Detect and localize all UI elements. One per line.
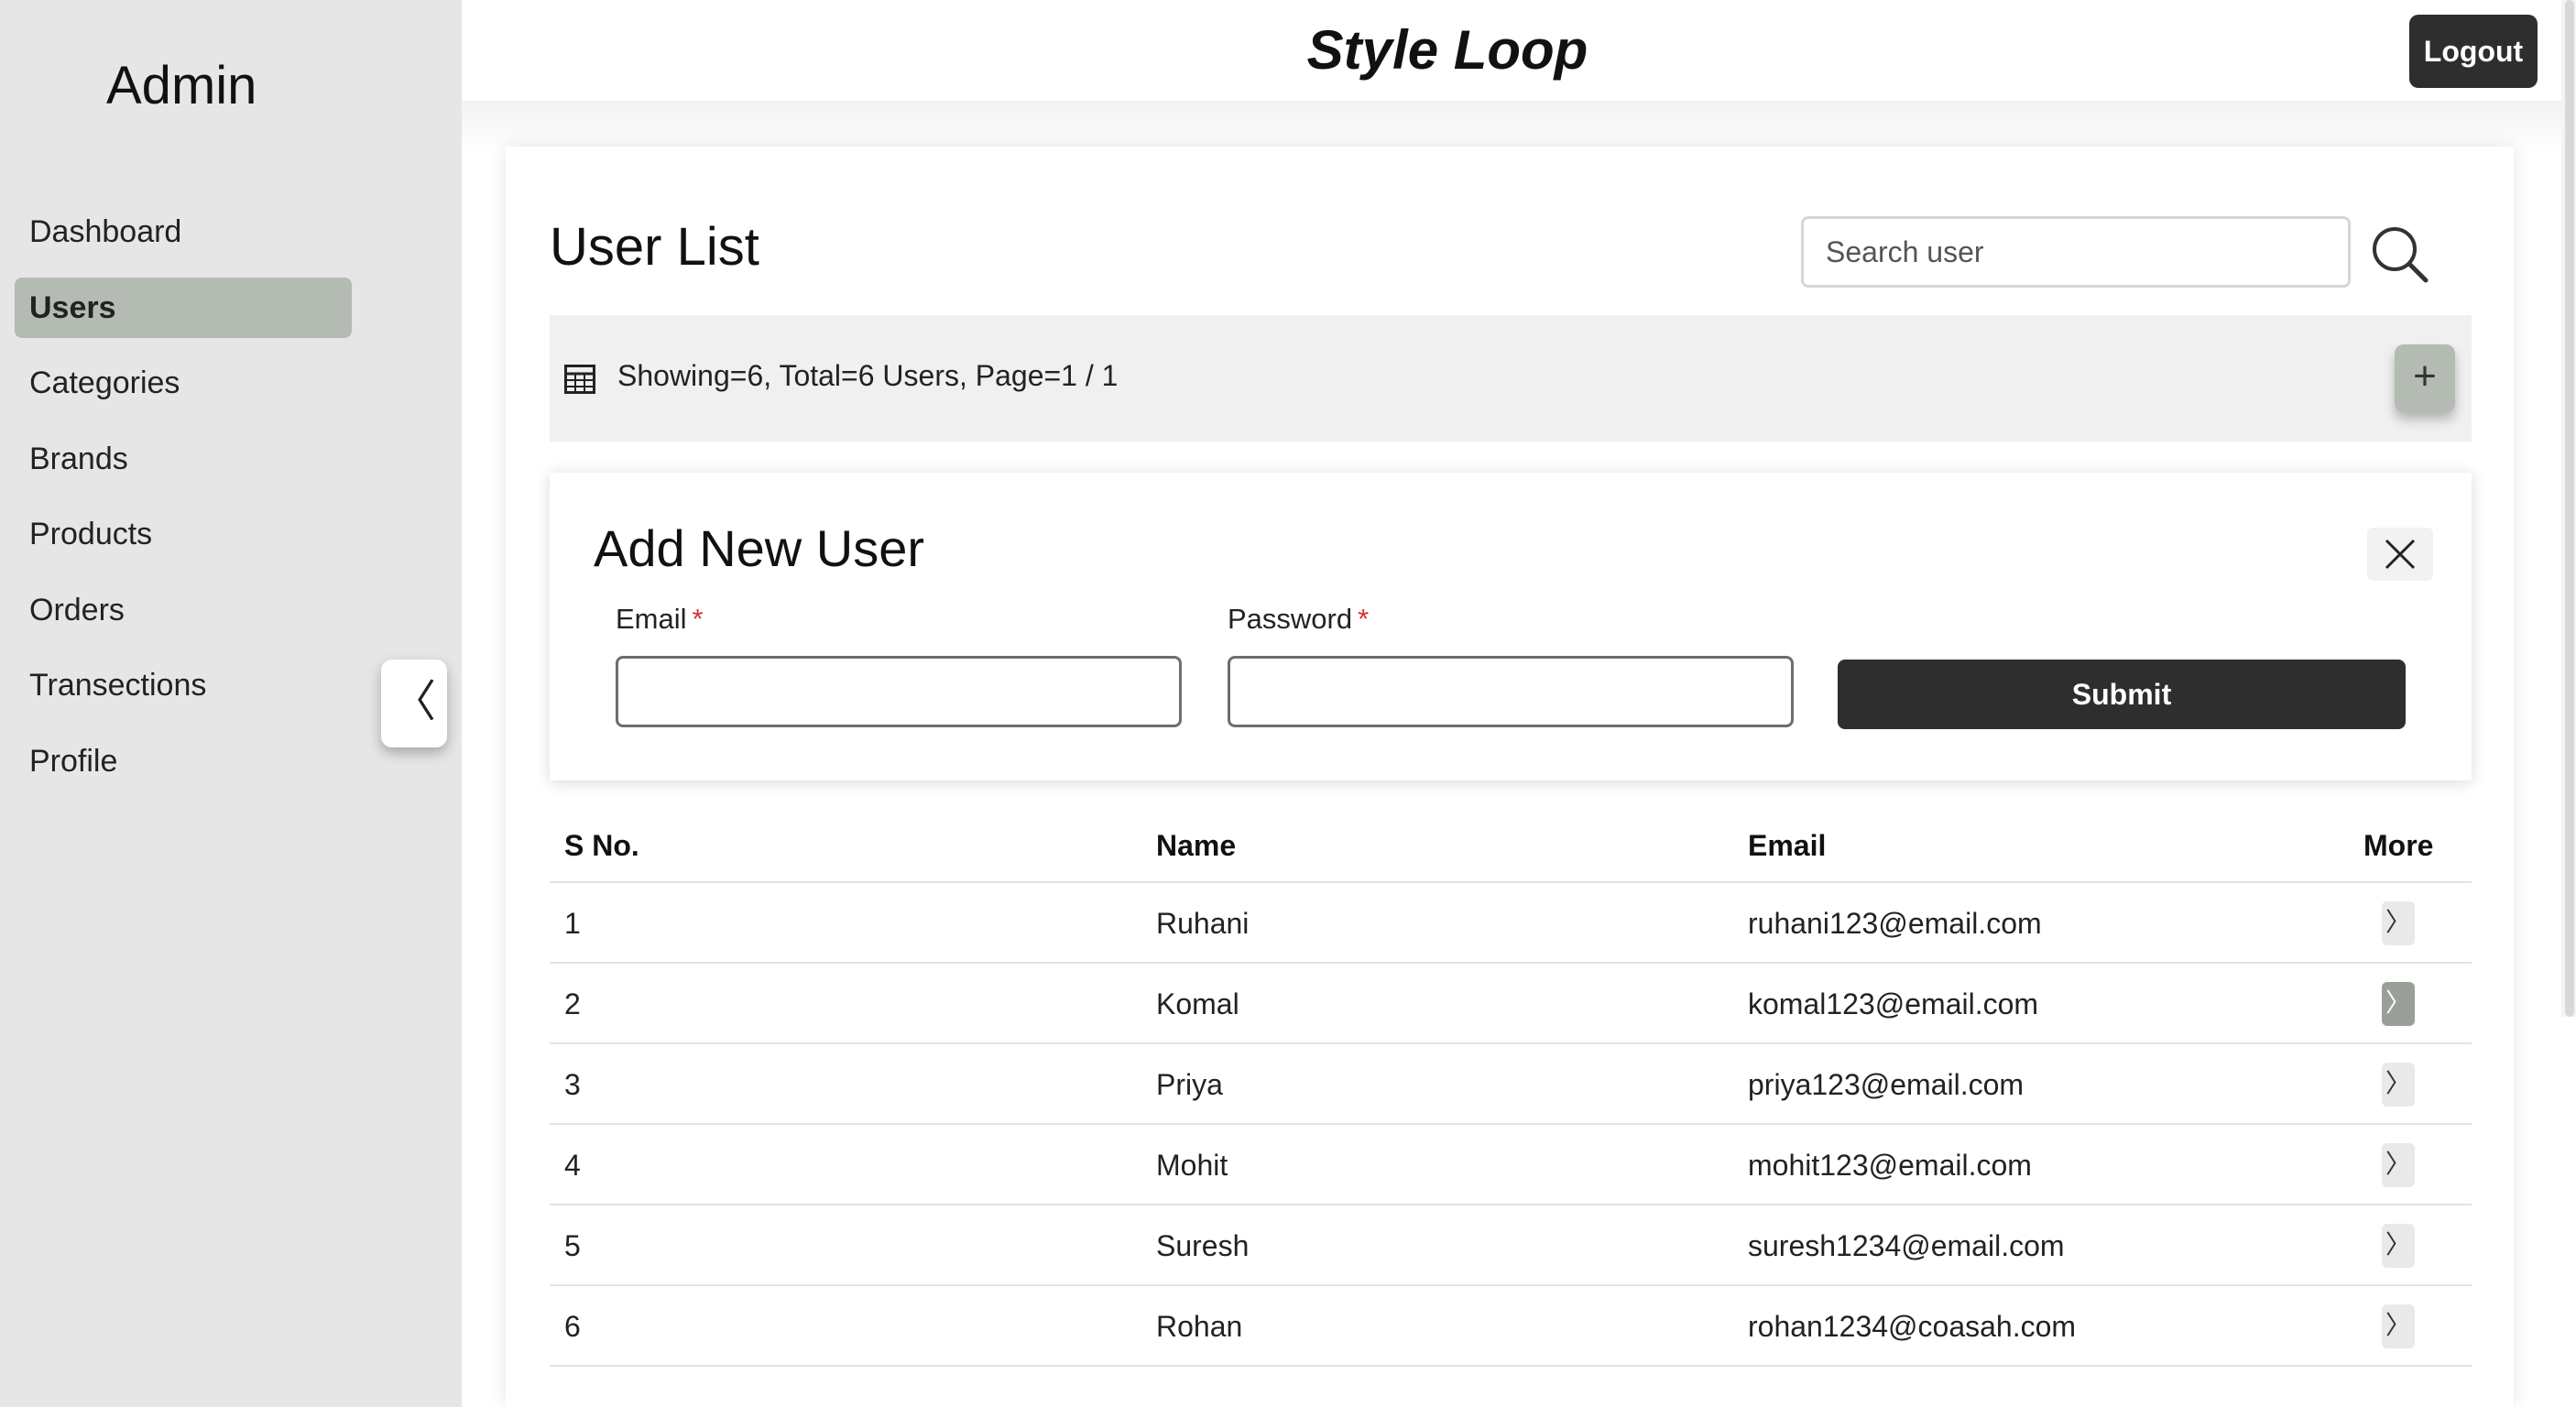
add-user-button[interactable]: +: [2395, 344, 2455, 412]
column-header-name: Name: [1156, 829, 1237, 862]
row-more-button[interactable]: 〉: [2382, 1143, 2415, 1187]
page-title: User List: [550, 217, 759, 277]
row-email: mohit123@email.com: [1748, 1149, 2032, 1182]
row-more-button[interactable]: 〉: [2382, 1224, 2415, 1268]
add-user-title: Add New User: [594, 519, 925, 577]
column-header-sno: S No.: [564, 829, 639, 862]
brand-title: Style Loop: [1306, 19, 1588, 81]
row-sno: 5: [564, 1229, 581, 1262]
add-user-panel: Add New User Email * Password * Submit: [550, 473, 2472, 780]
sidebar-title: Admin: [106, 56, 257, 115]
chevron-left-icon: 〈: [391, 676, 436, 727]
sidebar-item-profile[interactable]: Profile: [15, 731, 352, 791]
email-label: Email *: [616, 603, 704, 635]
search-icon[interactable]: [2367, 222, 2433, 288]
submit-button[interactable]: Submit: [1838, 660, 2406, 729]
row-sno: 1: [564, 907, 581, 940]
email-field[interactable]: [616, 656, 1182, 727]
row-name: Ruhani: [1156, 907, 1250, 940]
close-panel-button[interactable]: [2367, 528, 2433, 581]
row-email: rohan1234@coasah.com: [1748, 1310, 2077, 1343]
password-field[interactable]: [1228, 656, 1794, 727]
column-header-more: More: [2363, 829, 2434, 862]
sidebar-collapse-button[interactable]: 〈: [381, 660, 447, 747]
page-scrollbar-thumb[interactable]: [2565, 0, 2574, 1017]
required-mark: *: [692, 603, 704, 635]
row-name: Suresh: [1156, 1229, 1250, 1262]
row-name: Rohan: [1156, 1310, 1243, 1343]
table-row: 3 Priya priya123@email.com 〉: [550, 1044, 2472, 1125]
row-more-button[interactable]: 〉: [2382, 982, 2415, 1026]
row-name: Mohit: [1156, 1149, 1228, 1182]
row-name: Komal: [1156, 987, 1239, 1020]
sidebar-item-categories[interactable]: Categories: [15, 353, 352, 413]
sidebar-item-orders[interactable]: Orders: [15, 580, 352, 640]
row-sno: 2: [564, 987, 581, 1020]
row-email: priya123@email.com: [1748, 1068, 2025, 1101]
users-table: S No. Name Email More 1 Ruhani ruhani123…: [550, 806, 2472, 1367]
row-more-button[interactable]: 〉: [2382, 1063, 2415, 1107]
table-row: 5 Suresh suresh1234@email.com 〉: [550, 1205, 2472, 1286]
sidebar: Admin Dashboard Users Categories Brands …: [0, 0, 462, 1407]
password-label: Password *: [1228, 603, 1370, 635]
table-header: S No. Name Email More: [550, 806, 2472, 883]
row-sno: 6: [564, 1310, 581, 1343]
table-row: 6 Rohan rohan1234@coasah.com 〉: [550, 1286, 2472, 1367]
sidebar-item-products[interactable]: Products: [15, 504, 352, 564]
list-info-bar: Showing=6, Total=6 Users, Page=1 / 1 +: [550, 315, 2472, 442]
list-summary: Showing=6, Total=6 Users, Page=1 / 1: [617, 359, 1119, 392]
row-name: Priya: [1156, 1068, 1223, 1101]
row-email: suresh1234@email.com: [1748, 1229, 2065, 1262]
logout-button[interactable]: Logout: [2409, 15, 2538, 88]
close-icon: [2385, 539, 2416, 570]
row-more-button[interactable]: 〉: [2382, 901, 2415, 945]
row-more-button[interactable]: 〉: [2382, 1304, 2415, 1348]
sidebar-item-users[interactable]: Users: [15, 278, 352, 338]
sidebar-item-brands[interactable]: Brands: [15, 429, 352, 489]
table-row: 1 Ruhani ruhani123@email.com 〉: [550, 883, 2472, 964]
table-row: 2 Komal komal123@email.com 〉: [550, 964, 2472, 1044]
required-mark: *: [1358, 603, 1370, 635]
sidebar-item-transections[interactable]: Transections: [15, 655, 352, 715]
sidebar-item-dashboard[interactable]: Dashboard: [15, 202, 352, 262]
table-icon: [564, 365, 595, 394]
row-sno: 3: [564, 1068, 581, 1101]
plus-icon: +: [2413, 354, 2437, 398]
search-input[interactable]: [1801, 216, 2351, 288]
table-row: 4 Mohit mohit123@email.com 〉: [550, 1125, 2472, 1205]
column-header-email: Email: [1748, 829, 1827, 862]
row-email: ruhani123@email.com: [1748, 907, 2042, 940]
row-sno: 4: [564, 1149, 581, 1182]
user-list-card: User List Showing=6, Total=6 Users, Page…: [506, 147, 2514, 1407]
row-email: komal123@email.com: [1748, 987, 2039, 1020]
